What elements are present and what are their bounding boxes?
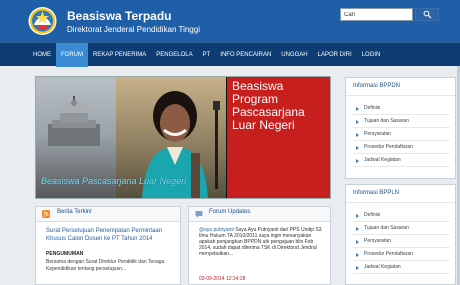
hero-banner[interactable]: Beasiswa Program Pascasarjana Luar Neger…: [35, 76, 331, 199]
news-body: Bersama dengan Surat Direktur Pendidik d…: [46, 259, 165, 272]
search-icon: [423, 10, 431, 19]
bppdn-title: Informasi BPPDN: [353, 83, 401, 89]
bppln-title: Informasi BPPLN: [353, 190, 400, 196]
forum-box-title: Forum Updates: [209, 209, 251, 215]
bppln-tujuan-link[interactable]: Tujuan dan Sasaran: [353, 222, 450, 235]
bppdn-definisi-link[interactable]: Definisi: [353, 102, 450, 115]
bppln-persyaratan-link[interactable]: Persyaratan: [353, 235, 450, 248]
hero-caption: Beasiswa Pascasarjana Luar Negeri: [41, 176, 187, 186]
bppdn-prosedur-link[interactable]: Prosedur Pendaftaran: [353, 141, 450, 154]
bppdn-tujuan-link[interactable]: Tujuan dan Sasaran: [353, 115, 450, 128]
bppln-prosedur-link[interactable]: Prosedur Pendaftaran: [353, 248, 450, 261]
page: Beasiswa Terpadu Direktorat Jenderal Pen…: [0, 0, 460, 285]
forum-date: 03-09-2014 12:34:28: [199, 276, 246, 282]
nav-lapor-diri[interactable]: LAPOR DIRI: [313, 43, 357, 67]
forum-box: Forum Updates @ayu putriyanti Saya Ayu P…: [188, 206, 331, 285]
search-input[interactable]: [340, 8, 413, 21]
site-subtitle: Direktorat Jenderal Pendidikan Tinggi: [67, 25, 200, 34]
news-box: Berita Terkini Surat Persetujuan Penempa…: [35, 206, 181, 285]
site-header: Beasiswa Terpadu Direktorat Jenderal Pen…: [0, 0, 460, 42]
rss-icon: [42, 210, 50, 218]
nav-rekap-penerima[interactable]: REKAP PENERIMA: [88, 43, 151, 67]
forum-post[interactable]: @ayu putriyanti Saya Ayu Putriyanti dari…: [199, 227, 323, 257]
nav-login[interactable]: LOGIN: [357, 43, 386, 67]
nav-pengelola[interactable]: PENGELOLA: [151, 43, 197, 67]
bppln-info-box: Informasi BPPLN Definisi Tujuan dan Sasa…: [345, 184, 456, 285]
hero-title: Beasiswa Program Pascasarjana Luar Neger…: [232, 79, 305, 132]
bppdn-menu: Definisi Tujuan dan Sasaran Persyaratan …: [353, 102, 450, 167]
bppdn-jadwal-link[interactable]: Jadwal Kegiatan: [353, 154, 450, 167]
bppdn-info-box: Informasi BPPDN Definisi Tujuan dan Sasa…: [345, 77, 456, 179]
nav-unggah[interactable]: UNGGAH: [276, 43, 312, 67]
search-button[interactable]: [415, 8, 439, 21]
chat-icon: [195, 211, 203, 218]
nav-pt[interactable]: PT: [198, 43, 216, 67]
news-headline-link[interactable]: Surat Persetujuan Penempatan Permintaan …: [46, 227, 169, 243]
bppln-menu: Definisi Tujuan dan Sasaran Persyaratan …: [353, 209, 450, 274]
nav-home[interactable]: HOME: [28, 43, 56, 67]
forum-box-header: Forum Updates: [189, 207, 330, 222]
main-navigation: HOME FORUM REKAP PENERIMA PENGELOLA PT I…: [0, 42, 460, 67]
bppln-definisi-link[interactable]: Definisi: [353, 209, 450, 222]
bppln-jadwal-link[interactable]: Jadwal Kegiatan: [353, 261, 450, 274]
bppdn-divider: [346, 95, 455, 96]
news-box-title: Berita Terkini: [57, 209, 92, 215]
nav-forum[interactable]: FORUM: [56, 43, 88, 67]
hero-panel: Beasiswa Program Pascasarjana Luar Neger…: [227, 77, 330, 198]
site-title: Beasiswa Terpadu: [67, 9, 172, 23]
bppln-divider: [346, 202, 455, 203]
nav-info-pencairan[interactable]: INFO PENCAIRAN: [215, 43, 276, 67]
nav-items: HOME FORUM REKAP PENERIMA PENGELOLA PT I…: [28, 43, 385, 67]
news-box-header: Berita Terkini: [36, 207, 180, 222]
bppdn-persyaratan-link[interactable]: Persyaratan: [353, 128, 450, 141]
ministry-logo: [28, 7, 57, 35]
dome-building-image: [48, 96, 100, 146]
news-subhead: PENGUMUMAN: [46, 251, 84, 257]
